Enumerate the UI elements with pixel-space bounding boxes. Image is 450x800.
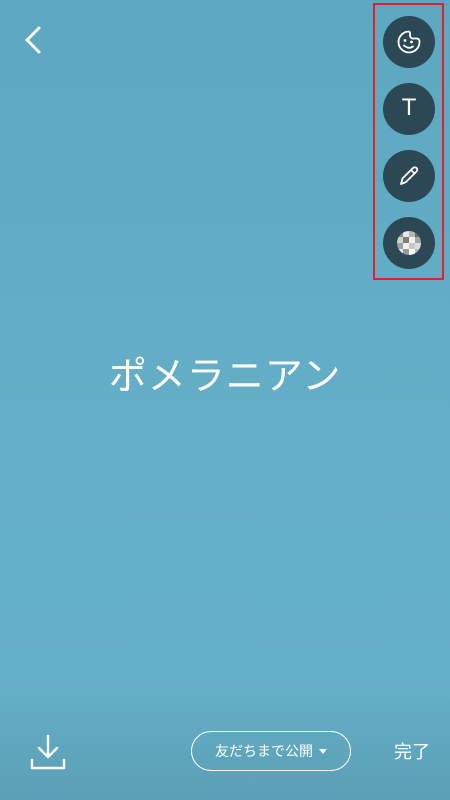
back-button[interactable] — [14, 20, 54, 60]
privacy-select[interactable]: 友だちまで公開 — [191, 731, 351, 771]
download-icon — [30, 734, 66, 770]
text-tool-button[interactable]: T — [383, 83, 435, 135]
sticker-button[interactable] — [383, 16, 435, 68]
privacy-label: 友だちまで公開 — [215, 744, 313, 760]
mosaic-tool-button[interactable] — [383, 217, 435, 269]
pencil-icon — [400, 166, 419, 185]
chevron-left-icon — [25, 26, 41, 54]
story-text[interactable]: ポメラニアン — [0, 345, 450, 400]
caret-down-icon — [319, 748, 327, 754]
text-icon: T — [402, 96, 416, 121]
download-button[interactable] — [26, 730, 70, 774]
sticker-face-icon — [397, 30, 421, 54]
done-button[interactable]: 完了 — [382, 734, 442, 768]
editing-tools-panel: T — [373, 3, 444, 280]
pen-tool-button[interactable] — [383, 150, 435, 202]
mosaic-icon — [397, 231, 421, 255]
story-editor-screen: T ポメラニアン 友だちまで公開 完了 — [0, 0, 450, 800]
